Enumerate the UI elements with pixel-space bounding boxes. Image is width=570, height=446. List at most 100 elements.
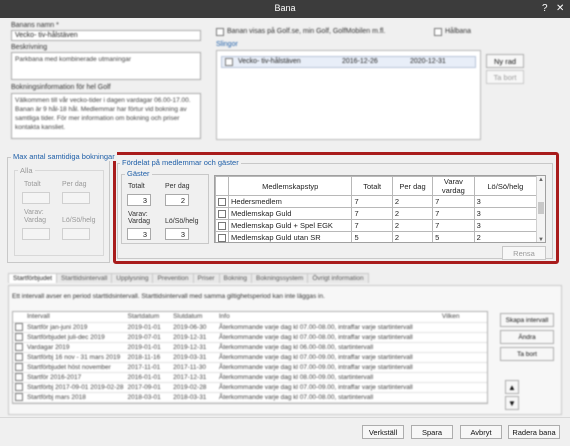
- col-perdag[interactable]: Per dag: [391, 176, 434, 196]
- sling-row-from[interactable]: 2016-12-26: [342, 58, 378, 65]
- row-checkbox[interactable]: [218, 210, 226, 218]
- interval-col-info[interactable]: Info: [216, 312, 440, 323]
- booking-info-field[interactable]: Välkommen till vår vecko-tider i dagen v…: [11, 93, 201, 139]
- col-totalt[interactable]: Totalt: [351, 176, 393, 196]
- delete-course-button[interactable]: Radera bana: [508, 425, 560, 439]
- membership-totalt[interactable]: 7: [351, 219, 393, 232]
- membership-row-checkbox[interactable]: [215, 231, 229, 242]
- move-down-icon[interactable]: ▼: [505, 396, 519, 410]
- row-checkbox[interactable]: [218, 222, 226, 230]
- interval-row-checkbox[interactable]: [13, 372, 25, 383]
- membership-helg[interactable]: 2: [473, 231, 538, 242]
- interval-row[interactable]: Startför 2016-2017 2016-01-01 2017-12-31 Åt…: [13, 372, 487, 383]
- membership-vardag[interactable]: 7: [432, 219, 475, 232]
- scroll-thumb[interactable]: [538, 202, 544, 214]
- row-checkbox[interactable]: [15, 363, 23, 371]
- membership-row[interactable]: Medlemskap Guld + Spel EGK 7 2 7 3: [215, 219, 538, 232]
- interval-row[interactable]: Startför jan-juni 2019 2019-01-01 2019-06-…: [13, 322, 487, 333]
- gaster-totalt-input[interactable]: 3: [127, 194, 151, 206]
- row-checkbox[interactable]: [15, 373, 23, 381]
- save-button[interactable]: Spara: [411, 425, 453, 439]
- help-button[interactable]: ?: [542, 3, 548, 14]
- col-type[interactable]: Medlemskapstyp: [227, 176, 353, 196]
- tab-5[interactable]: Bokning: [218, 273, 253, 283]
- tab-6[interactable]: Bokningssystem: [251, 273, 309, 283]
- membership-totalt[interactable]: 7: [351, 195, 393, 208]
- row-checkbox[interactable]: [15, 393, 23, 401]
- rensa-button[interactable]: Rensa: [502, 246, 546, 260]
- interval-col-start[interactable]: Startdatum: [125, 312, 172, 323]
- col-helg[interactable]: Lö/Sö/helg: [473, 176, 538, 196]
- interval-row[interactable]: Startförbjudet juli-dec 2019 2019-07-01 20…: [13, 332, 487, 343]
- membership-row[interactable]: Medlemskap Guld utan SR 5 2 5 2: [215, 231, 538, 242]
- membership-perdag[interactable]: 2: [391, 207, 434, 220]
- scroll-up-icon[interactable]: ▲: [538, 177, 544, 183]
- membership-vardag[interactable]: 7: [432, 195, 475, 208]
- close-icon[interactable]: ✕: [556, 3, 564, 14]
- membership-totalt[interactable]: 7: [351, 207, 393, 220]
- apply-button[interactable]: Verkställ: [362, 425, 404, 439]
- membership-perdag[interactable]: 2: [391, 219, 434, 232]
- interval-row[interactable]: Startförbj 2017-09-01 2019-02-28 2017-09-…: [13, 382, 487, 393]
- remove-sling-button[interactable]: Ta bort: [486, 70, 524, 84]
- row-checkbox[interactable]: [15, 383, 23, 391]
- membership-totalt[interactable]: 5: [351, 231, 393, 242]
- membership-perdag[interactable]: 2: [391, 231, 434, 242]
- membership-helg[interactable]: 3: [473, 195, 538, 208]
- holebana-checkbox[interactable]: [434, 28, 442, 36]
- row-checkbox[interactable]: [15, 353, 23, 361]
- interval-row-checkbox[interactable]: [13, 392, 25, 403]
- interval-row-checkbox[interactable]: [13, 352, 25, 363]
- tab-4[interactable]: Priser: [192, 273, 220, 283]
- tab-2[interactable]: Upplysning: [111, 273, 154, 283]
- row-checkbox[interactable]: [218, 234, 226, 242]
- interval-col-end[interactable]: Slutdatum: [171, 312, 217, 323]
- row-checkbox[interactable]: [218, 198, 226, 206]
- membership-scrollbar[interactable]: ▲ ▼: [536, 176, 545, 242]
- interval-row-checkbox[interactable]: [13, 362, 25, 373]
- tab-0[interactable]: Startförbjudet: [8, 273, 58, 283]
- sling-row-checkbox[interactable]: [225, 58, 233, 66]
- interval-row[interactable]: Startförbj 16 nov - 31 mars 2019 2018-11-…: [13, 352, 487, 363]
- interval-row[interactable]: Startförbj mars 2018 2018-03-01 2018-03-31…: [13, 392, 487, 403]
- create-interval-button[interactable]: Skapa intervall: [500, 313, 554, 327]
- scroll-down-icon[interactable]: ▼: [538, 237, 544, 242]
- col-vardag[interactable]: Varav vardag: [432, 176, 475, 196]
- interval-col-name[interactable]: Intervall: [25, 312, 126, 323]
- sling-row[interactable]: Vecko- tiv-hålstäven 2016-12-26 2020-12-…: [221, 56, 476, 68]
- gaster-vardag-input[interactable]: 3: [127, 228, 151, 240]
- tab-1[interactable]: Starttidsintervall: [56, 273, 113, 283]
- interval-row-checkbox[interactable]: [13, 382, 25, 393]
- row-checkbox[interactable]: [15, 323, 23, 331]
- alla-perdag-input[interactable]: [62, 192, 90, 204]
- membership-row-checkbox[interactable]: [215, 219, 229, 232]
- description-field[interactable]: Parkbana med kombinerade utmaningar: [11, 52, 201, 80]
- membership-vardag[interactable]: 7: [432, 207, 475, 220]
- gaster-perdag-input[interactable]: 2: [165, 194, 189, 206]
- move-up-icon[interactable]: ▲: [505, 380, 519, 394]
- tab-3[interactable]: Prevention: [152, 273, 194, 283]
- cancel-button[interactable]: Avbryt: [460, 425, 502, 439]
- interval-row-checkbox[interactable]: [13, 342, 25, 353]
- add-sling-button[interactable]: Ny rad: [486, 54, 524, 68]
- membership-row-checkbox[interactable]: [215, 195, 229, 208]
- alla-totalt-input[interactable]: [22, 192, 50, 204]
- membership-helg[interactable]: 3: [473, 219, 538, 232]
- interval-row-checkbox[interactable]: [13, 322, 25, 333]
- row-checkbox[interactable]: [15, 343, 23, 351]
- sling-row-to[interactable]: 2020-12-31: [410, 58, 446, 65]
- tab-7[interactable]: Övrigt information: [307, 273, 369, 283]
- membership-row[interactable]: Hedersmedlem 7 2 7 3: [215, 195, 538, 208]
- delete-interval-button[interactable]: Ta bort: [500, 347, 554, 361]
- membership-vardag[interactable]: 5: [432, 231, 475, 242]
- interval-col-which[interactable]: Vilken: [439, 312, 487, 323]
- edit-interval-button[interactable]: Ändra: [500, 330, 554, 344]
- gaster-helg-input[interactable]: 3: [165, 228, 189, 240]
- membership-helg[interactable]: 3: [473, 207, 538, 220]
- interval-row[interactable]: Startförbjudet höst november 2017-11-01 20…: [13, 362, 487, 373]
- interval-row[interactable]: Vardagar 2019 2019-01-01 2019-12-31 Återkom…: [13, 342, 487, 353]
- alla-vardag-input[interactable]: [22, 228, 50, 240]
- membership-perdag[interactable]: 2: [391, 195, 434, 208]
- membership-row-checkbox[interactable]: [215, 207, 229, 220]
- alla-helg-input[interactable]: [62, 228, 90, 240]
